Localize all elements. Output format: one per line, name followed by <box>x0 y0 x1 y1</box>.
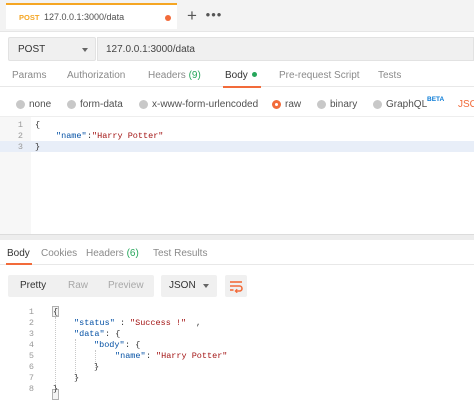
code-key: "body" <box>94 340 125 350</box>
radio-form-data[interactable] <box>67 100 76 109</box>
option-urlencoded-label: x-www-form-urlencoded <box>152 99 259 110</box>
request-body-editor[interactable]: 1 2 3 { "name" : "Harry Potter" } <box>0 116 474 235</box>
code-value: "Success !" <box>130 318 187 328</box>
tab-tests[interactable]: Tests <box>378 70 401 81</box>
line-number: 2 <box>17 131 23 141</box>
code-comma: , <box>196 318 202 328</box>
tab-authorization[interactable]: Authorization <box>67 70 125 81</box>
option-graphql-label: GraphQL <box>386 99 428 110</box>
beta-badge: BETA <box>427 96 445 103</box>
tab-body[interactable]: Body <box>225 70 257 81</box>
response-tab-headers[interactable]: Headers (6) <box>86 248 139 259</box>
line-number: 3 <box>17 142 23 152</box>
wrap-lines-icon <box>230 281 243 293</box>
url-input[interactable]: 127.0.0.1:3000/data <box>97 37 474 61</box>
method-select[interactable]: POST <box>8 37 96 61</box>
option-raw-label: raw <box>285 99 302 110</box>
radio-binary[interactable] <box>317 100 326 109</box>
code-colon: : { <box>125 340 141 350</box>
unsaved-dot-icon <box>165 15 171 21</box>
code-key: "name" <box>56 131 87 141</box>
code-brace-close: } <box>53 384 59 394</box>
response-tab-test-results[interactable]: Test Results <box>153 248 207 259</box>
request-tab-method: POST <box>19 13 40 22</box>
chevron-down-icon <box>82 48 88 52</box>
wrap-lines-button[interactable] <box>225 275 247 297</box>
line-number: 7 <box>28 373 34 383</box>
response-tabs: Body Cookies Headers (6) Test Results <box>0 240 474 265</box>
response-tab-headers-label: Headers <box>86 248 124 259</box>
code-key: "data" <box>74 329 105 339</box>
line-number: 1 <box>28 307 34 317</box>
line-number: 8 <box>28 384 34 394</box>
option-none-label: none <box>29 99 52 110</box>
body-format-select[interactable]: JSO <box>458 99 474 110</box>
tab-params[interactable]: Params <box>12 70 46 81</box>
option-form-data-label: form-data <box>80 99 123 110</box>
response-format-select[interactable]: JSON <box>161 275 217 297</box>
radio-none[interactable] <box>16 100 25 109</box>
response-tab-body[interactable]: Body <box>7 248 30 259</box>
response-tab-cookies[interactable]: Cookies <box>41 248 77 259</box>
response-active-tab-indicator <box>6 263 32 265</box>
new-tab-button[interactable]: + <box>182 5 202 27</box>
code-brace-close: } <box>74 373 80 383</box>
tab-headers-label: Headers <box>148 70 186 81</box>
code-key: "status" <box>74 318 115 328</box>
request-tab[interactable]: POST 127.0.0.1:3000/data <box>6 3 177 29</box>
code-brace-open: { <box>53 307 59 317</box>
radio-raw[interactable] <box>272 100 281 109</box>
response-view-group: Pretty Raw Preview <box>8 275 154 297</box>
code-key: "name" <box>115 351 146 361</box>
active-tab-indicator <box>223 86 261 88</box>
code-value: "Harry Potter" <box>92 131 164 141</box>
code-brace-open: { <box>35 120 41 130</box>
response-body-viewer[interactable]: 1 2 3 4 5 6 7 8 { "status" : "Success !"… <box>0 303 474 410</box>
raw-button[interactable]: Raw <box>68 280 88 291</box>
response-tab-headers-count: (6) <box>126 248 139 259</box>
code-brace-close: } <box>94 362 100 372</box>
active-line-highlight <box>0 141 474 152</box>
chevron-down-icon <box>203 284 209 288</box>
more-tabs-button[interactable]: ••• <box>204 5 224 27</box>
code-colon: : <box>146 351 157 361</box>
code-brace-close: } <box>35 142 41 152</box>
response-format-value: JSON <box>169 280 196 291</box>
request-tabs: Params Authorization Headers (9) Body Pr… <box>0 63 474 87</box>
request-tab-url: 127.0.0.1:3000/data <box>44 12 125 22</box>
line-number: 4 <box>28 340 34 350</box>
indent-guide <box>55 317 56 389</box>
code-colon: : { <box>105 329 121 339</box>
tab-prerequest-script[interactable]: Pre-request Script <box>279 70 360 81</box>
pretty-button[interactable]: Pretty <box>20 280 46 291</box>
tab-headers-count: (9) <box>188 70 201 81</box>
preview-button[interactable]: Preview <box>108 280 144 291</box>
code-colon: : <box>120 318 131 328</box>
radio-graphql[interactable] <box>373 100 382 109</box>
line-number: 6 <box>28 362 34 372</box>
line-number: 1 <box>17 120 23 130</box>
line-number: 5 <box>28 351 34 361</box>
line-number: 2 <box>28 318 34 328</box>
code-value: "Harry Potter" <box>156 351 228 361</box>
url-input-value: 127.0.0.1:3000/data <box>106 44 195 55</box>
tab-headers[interactable]: Headers (9) <box>148 70 201 81</box>
tab-strip: POST 127.0.0.1:3000/data + ••• <box>0 0 474 32</box>
body-status-dot-icon <box>251 72 257 77</box>
option-binary-label: binary <box>330 99 358 110</box>
line-number: 3 <box>28 329 34 339</box>
radio-urlencoded[interactable] <box>139 100 148 109</box>
method-select-value: POST <box>18 44 46 55</box>
tab-body-label: Body <box>225 70 248 81</box>
